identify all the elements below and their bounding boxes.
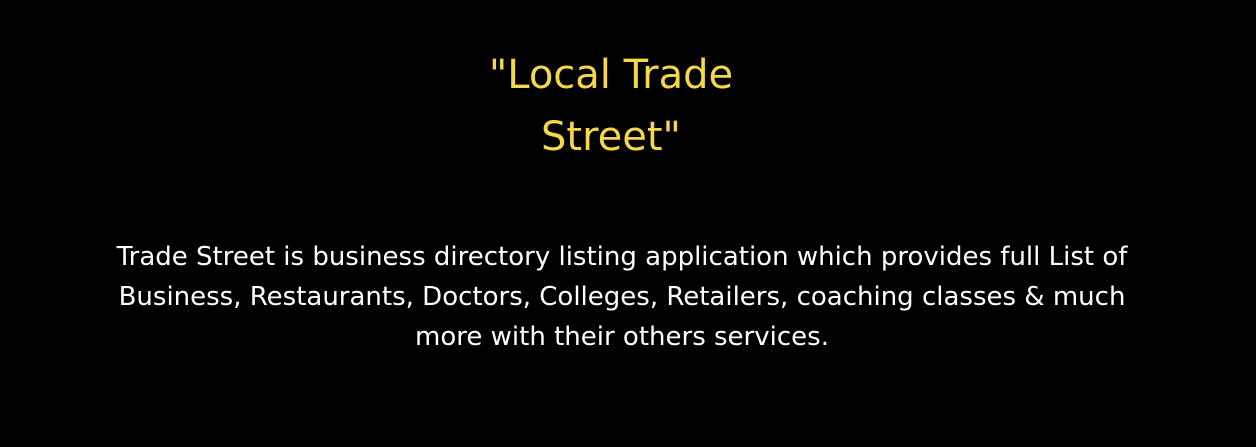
description-line-2: Business, Restaurants, Doctors, Colleges…: [118, 282, 1126, 312]
banner-title: "Local Trade Street": [0, 44, 1222, 168]
banner-description: Trade Street is business directory listi…: [0, 237, 1244, 357]
banner-title-line-1: "Local Trade: [488, 52, 734, 98]
description-line-3: more with their others services.: [415, 322, 829, 352]
banner-title-line-2: Street": [541, 114, 681, 160]
promo-banner: "Local Trade Street" Trade Street is bus…: [0, 0, 1256, 447]
description-line-1: Trade Street is business directory listi…: [116, 242, 1128, 272]
